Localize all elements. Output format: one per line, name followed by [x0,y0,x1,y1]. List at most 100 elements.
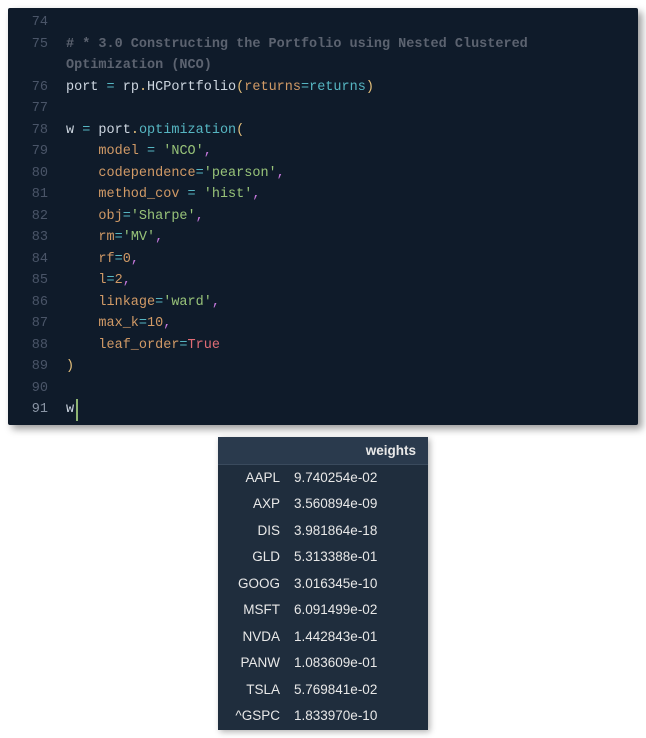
code-token: , [131,252,139,267]
code-line[interactable]: 80 codependence='pearson', [8,163,638,185]
code-token: # * 3.0 Constructing the Portfolio using… [66,37,528,52]
code-token: linkage [98,295,155,310]
code-content[interactable]: # * 3.0 Constructing the Portfolio using… [66,34,638,56]
code-line[interactable]: 82 obj='Sharpe', [8,206,638,228]
code-content[interactable]: port = rp.HCPortfolio(returns=returns) [66,77,638,99]
code-token [66,316,98,331]
table-row: NVDA1.442843e-01 [218,624,428,651]
code-token: = [107,273,115,288]
code-token: . [131,123,139,138]
code-editor[interactable]: 7475# * 3.0 Constructing the Portfolio u… [8,8,638,425]
code-line[interactable]: 77 [8,98,638,120]
code-token: 'ward' [163,295,212,310]
code-token: optimization [139,123,236,138]
code-token: = [179,338,187,353]
output-header-row: weights [218,437,428,465]
code-token [196,187,204,202]
output-table: weights AAPL9.740254e-02AXP3.560894e-09D… [218,437,428,730]
line-number: 74 [8,12,66,34]
code-content[interactable]: max_k=10, [66,313,638,335]
code-content[interactable]: rm='MV', [66,227,638,249]
row-value: 3.560894e-09 [294,495,416,514]
code-token: 'NCO' [163,144,204,159]
code-token: rm [98,230,114,245]
code-token [66,338,98,353]
code-token: ) [66,359,74,374]
line-number: 75 [8,34,66,56]
code-token: leaf_order [98,338,179,353]
table-row: ^GSPC1.833970e-10 [218,703,428,730]
output-header-weights: weights [366,443,416,458]
code-content[interactable]: w = port.optimization( [66,120,638,142]
code-token: method_cov [98,187,179,202]
code-token [66,144,98,159]
code-token: , [196,209,204,224]
code-line[interactable]: 81 method_cov = 'hist', [8,184,638,206]
code-line[interactable]: 83 rm='MV', [8,227,638,249]
row-value: 1.442843e-01 [294,628,416,647]
table-row: GLD5.313388e-01 [218,544,428,571]
row-value: 1.083609e-01 [294,654,416,673]
line-number: 90 [8,378,66,400]
code-content[interactable]: codependence='pearson', [66,163,638,185]
table-row: AXP3.560894e-09 [218,491,428,518]
code-content[interactable]: Optimization (NCO) [66,55,638,77]
code-line[interactable]: 79 model = 'NCO', [8,141,638,163]
code-token: returns [309,80,366,95]
output-header-index [230,443,366,458]
code-line[interactable]: 90 [8,378,638,400]
code-content[interactable]: method_cov = 'hist', [66,184,638,206]
line-number: 84 [8,249,66,271]
code-line[interactable]: 89) [8,356,638,378]
row-value: 5.769841e-02 [294,681,416,700]
line-number: 79 [8,141,66,163]
code-line[interactable]: 78w = port.optimization( [8,120,638,142]
code-line[interactable]: 85 l=2, [8,270,638,292]
table-row: GOOG3.016345e-10 [218,571,428,598]
code-line[interactable]: 91w [8,399,638,421]
code-token: = [115,230,123,245]
code-token [66,273,98,288]
code-line[interactable]: 74 [8,12,638,34]
code-line[interactable]: 86 linkage='ward', [8,292,638,314]
row-label: TSLA [230,681,294,700]
code-content[interactable]: l=2, [66,270,638,292]
code-token [66,187,98,202]
code-token: = [139,316,147,331]
code-content[interactable]: w [66,399,638,421]
line-number: 89 [8,356,66,378]
code-content[interactable]: obj='Sharpe', [66,206,638,228]
code-token: , [123,273,131,288]
line-number: 81 [8,184,66,206]
code-token: obj [98,209,122,224]
row-label: AXP [230,495,294,514]
code-line[interactable]: 88 leaf_order=True [8,335,638,357]
code-content[interactable]: linkage='ward', [66,292,638,314]
row-value: 6.091499e-02 [294,601,416,620]
code-line[interactable]: 84 rf=0, [8,249,638,271]
table-row: PANW1.083609e-01 [218,650,428,677]
row-label: AAPL [230,469,294,488]
code-token: port [90,123,131,138]
row-value: 5.313388e-01 [294,548,416,567]
line-number: 88 [8,335,66,357]
code-line[interactable]: 76port = rp.HCPortfolio(returns=returns) [8,77,638,99]
code-line[interactable]: Optimization (NCO) [8,55,638,77]
code-content[interactable]: rf=0, [66,249,638,271]
row-label: ^GSPC [230,707,294,726]
code-token: . [139,80,147,95]
row-label: DIS [230,522,294,541]
code-token: = [147,144,155,159]
code-content[interactable]: ) [66,356,638,378]
code-token [66,295,98,310]
code-content[interactable]: model = 'NCO', [66,141,638,163]
code-token: = [123,209,131,224]
code-line[interactable]: 75# * 3.0 Constructing the Portfolio usi… [8,34,638,56]
code-content[interactable]: leaf_order=True [66,335,638,357]
line-number: 76 [8,77,66,99]
table-row: TSLA5.769841e-02 [218,677,428,704]
code-token: rp [115,80,139,95]
row-label: NVDA [230,628,294,647]
code-line[interactable]: 87 max_k=10, [8,313,638,335]
code-token: = [188,187,196,202]
